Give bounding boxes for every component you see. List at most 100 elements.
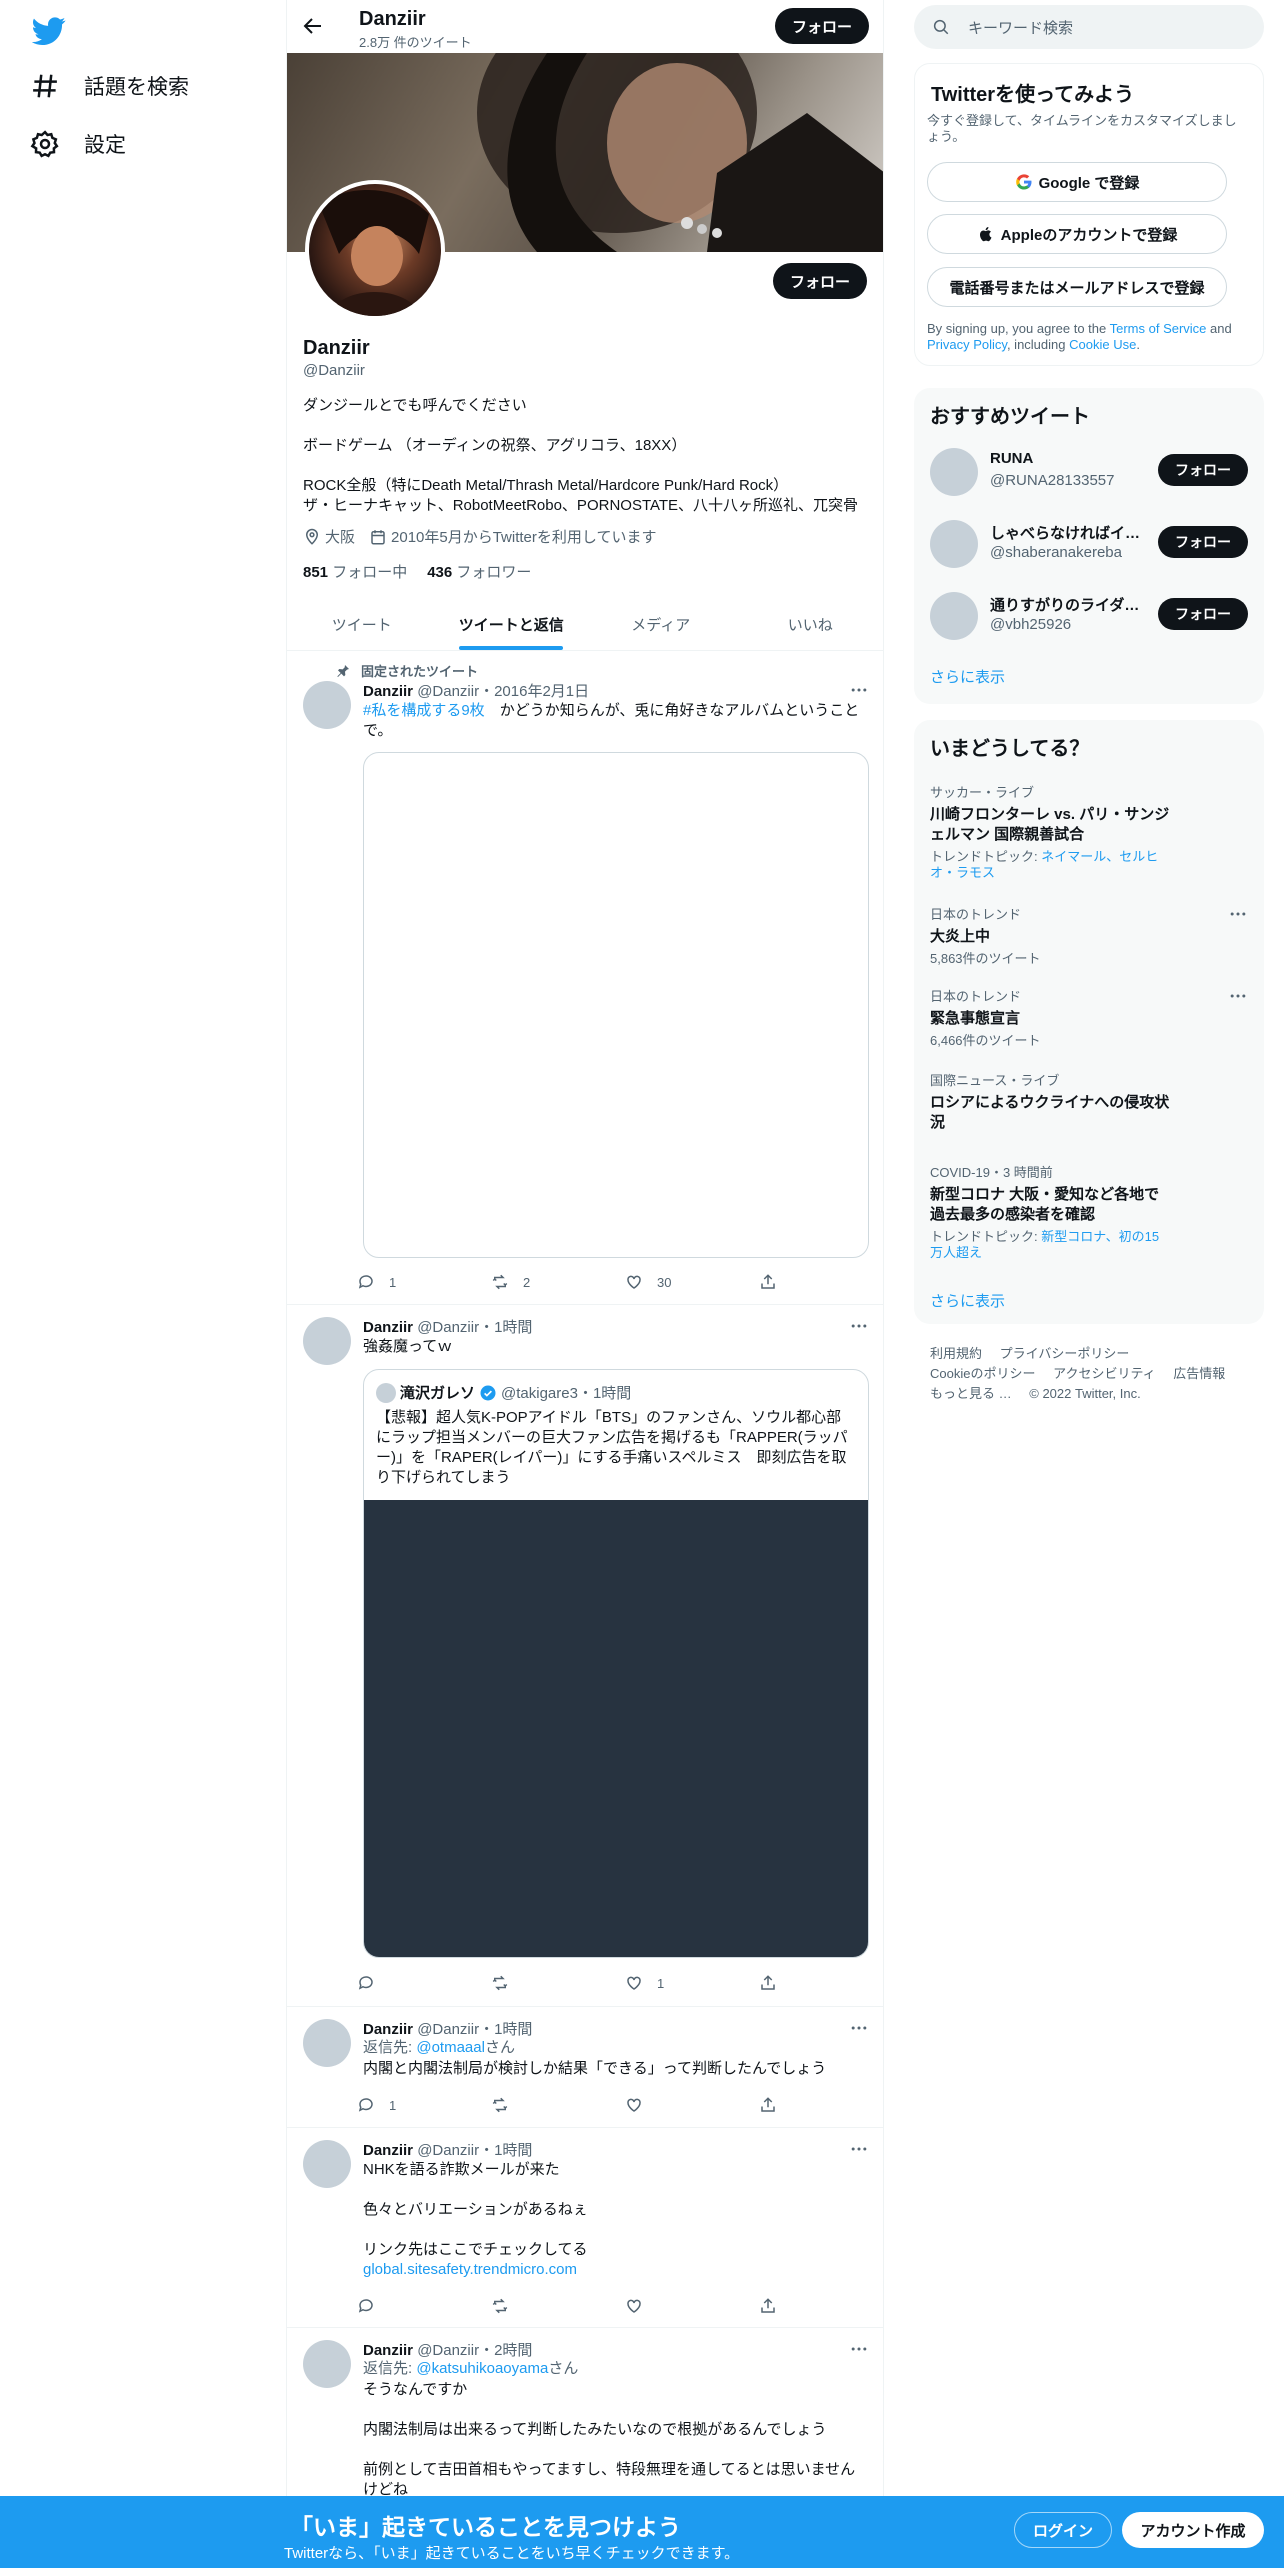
recommended-user[interactable]: しゃべらなければイ… @shaberanakereba フォロー (930, 516, 1248, 572)
share-button[interactable] (759, 2294, 791, 2318)
recommended-name[interactable]: 通りすがりのライダー… (990, 594, 1140, 615)
reply-to-link[interactable]: @katsuhikoaoyama (416, 2360, 548, 2377)
tab-media[interactable]: メディア (586, 598, 736, 650)
profile-avatar[interactable] (305, 180, 445, 320)
recommended-follow-button[interactable]: フォロー (1158, 598, 1248, 630)
retweet-button[interactable] (491, 2294, 523, 2318)
trend-item[interactable]: COVID-19・3 時間前 新型コロナ 大阪・愛知など各地で過去最多の感染者を… (930, 1162, 1248, 1261)
footer-accessibility-link[interactable]: アクセシビリティ (1053, 1366, 1156, 1381)
create-account-button[interactable]: アカウント作成 (1122, 2512, 1264, 2548)
tab-tweets-and-replies[interactable]: ツイートと返信 (437, 598, 587, 650)
share-button[interactable] (759, 2093, 791, 2117)
tweet-media[interactable] (363, 752, 869, 1258)
hashtag-icon (30, 71, 60, 101)
recommended-name[interactable]: しゃべらなければイ… (990, 522, 1140, 543)
tweet-text-line: リンク先はここでチェックしてる (363, 2241, 588, 2258)
tweet-item[interactable]: Danziir @Danziir・1時間 NHKを語る詐欺メールが来た 色々とバ… (287, 2128, 883, 2328)
tweet-link[interactable]: global.sitesafety.trendmicro.com (363, 2260, 869, 2280)
reply-button[interactable] (357, 2294, 389, 2318)
reply-button[interactable]: 1 (357, 1270, 396, 1294)
followers-label: フォロワー (456, 564, 532, 581)
recommended-user[interactable]: RUNA @RUNA28133557 フォロー (930, 444, 1248, 500)
quoted-tweet[interactable]: 滝沢ガレソ @takigare3・1時間 【悲報】超人気K-POPアイドル「BT… (363, 1369, 869, 1958)
retweet-button[interactable] (491, 1971, 523, 1995)
recommended-avatar[interactable] (930, 592, 978, 640)
footer-privacy-link[interactable]: プライバシーポリシー (1000, 1346, 1130, 1361)
recommended-show-more[interactable]: さらに表示 (930, 666, 1005, 687)
tweet-avatar[interactable] (303, 2140, 351, 2188)
tweet-avatar[interactable] (303, 681, 351, 729)
terms-including: , including (1006, 337, 1070, 352)
footer-terms-link[interactable]: 利用規約 (930, 1346, 982, 1361)
recommended-name[interactable]: RUNA (990, 450, 1140, 467)
recommended-follow-button[interactable]: フォロー (1158, 526, 1248, 558)
tweet-meta: @Danziir・2016年2月1日 (417, 683, 590, 700)
recommended-avatar[interactable] (930, 448, 978, 496)
tweet-author-name[interactable]: Danziir (363, 2342, 413, 2359)
search-box[interactable]: キーワード検索 (914, 5, 1264, 49)
more-options-icon[interactable] (1228, 904, 1248, 924)
footer-cookie-link[interactable]: Cookieのポリシー (930, 1366, 1035, 1381)
cookie-link[interactable]: Cookie Use (1069, 337, 1136, 352)
like-button[interactable] (625, 2294, 657, 2318)
tweet-header: Danziir @Danziir・2016年2月1日 (363, 680, 589, 701)
tweet-item[interactable]: Danziir @Danziir・1時間 返信先: @otmaaalさん 内閣と… (287, 2007, 883, 2128)
recommended-user[interactable]: 通りすがりのライダー… @vbh25926 フォロー (930, 588, 1248, 644)
retweet-button[interactable] (491, 2093, 523, 2117)
footer-more-link[interactable]: もっと見る … (930, 1386, 1012, 1401)
following-link[interactable]: 851 フォロー中 (303, 561, 407, 582)
tweet-author-name[interactable]: Danziir (363, 2021, 413, 2038)
privacy-link[interactable]: Privacy Policy (927, 337, 1007, 352)
profile-follow-button[interactable]: フォロー (773, 263, 867, 299)
more-options-icon[interactable] (849, 2139, 869, 2159)
share-button[interactable] (759, 1971, 791, 1995)
like-button[interactable] (625, 2093, 657, 2117)
reply-button[interactable] (357, 1971, 389, 1995)
following-count: 851 (303, 564, 329, 581)
tweet-avatar[interactable] (303, 2019, 351, 2067)
apple-signup-button[interactable]: Appleのアカウントで登録 (927, 214, 1227, 254)
tweet-item[interactable]: 固定されたツイート Danziir @Danziir・2016年2月1日 #私を… (287, 651, 883, 1305)
more-options-icon[interactable] (849, 1316, 869, 1336)
bottom-signup-bar: 「いま」起きていることを見つけよう Twitterなら、「いま」起きていることを… (0, 2496, 1284, 2568)
hashtag-link[interactable]: #私を構成する9枚 (363, 702, 485, 719)
followers-link[interactable]: 436 フォロワー (427, 561, 531, 582)
tab-likes[interactable]: いいね (736, 598, 884, 650)
recommended-follow-button[interactable]: フォロー (1158, 454, 1248, 486)
more-options-icon[interactable] (849, 2018, 869, 2038)
tweet-avatar[interactable] (303, 2340, 351, 2388)
nav-explore[interactable]: 話題を検索 (30, 58, 189, 114)
phone-email-signup-button[interactable]: 電話番号またはメールアドレスで登録 (927, 267, 1227, 307)
tweet-item[interactable]: Danziir @Danziir・1時間 強姦魔ってｗ 滝沢ガレソ @takig… (287, 1305, 883, 2007)
share-button[interactable] (759, 1270, 791, 1294)
like-button[interactable]: 30 (625, 1270, 671, 1294)
login-button[interactable]: ログイン (1014, 2512, 1112, 2548)
back-arrow-icon[interactable] (301, 14, 325, 38)
terms-link[interactable]: Terms of Service (1110, 321, 1207, 336)
like-button[interactable]: 1 (625, 1971, 664, 1995)
more-options-icon[interactable] (849, 2339, 869, 2359)
tweet-author-name[interactable]: Danziir (363, 1319, 413, 1336)
google-signup-button[interactable]: Google で登録 (927, 162, 1227, 202)
header-follow-button[interactable]: フォロー (775, 8, 869, 44)
retweet-button[interactable]: 2 (491, 1270, 530, 1294)
recommended-avatar[interactable] (930, 520, 978, 568)
trend-item[interactable]: 日本のトレンド 緊急事態宣言 6,466件のツイート (930, 986, 1248, 1049)
tweet-author-name[interactable]: Danziir (363, 683, 413, 700)
quoted-media[interactable] (364, 1500, 868, 1957)
trend-item[interactable]: 日本のトレンド 大炎上中 5,863件のツイート (930, 904, 1248, 967)
trends-show-more[interactable]: さらに表示 (930, 1290, 1005, 1311)
tab-tweets[interactable]: ツイート (287, 598, 437, 650)
reply-button[interactable]: 1 (357, 2093, 396, 2117)
trend-item[interactable]: サッカー・ライブ 川崎フロンターレ vs. パリ・サンジェルマン 国際親善試合 … (930, 782, 1248, 881)
tweet-author-name[interactable]: Danziir (363, 2142, 413, 2159)
more-options-icon[interactable] (1228, 986, 1248, 1006)
reply-to-link[interactable]: @otmaaal (416, 2039, 485, 2056)
twitter-logo-icon[interactable] (32, 14, 66, 48)
search-input[interactable]: キーワード検索 (968, 17, 1073, 38)
more-options-icon[interactable] (849, 680, 869, 700)
trend-item[interactable]: 国際ニュース・ライブ ロシアによるウクライナへの侵攻状況 (930, 1070, 1248, 1133)
tweet-avatar[interactable] (303, 1317, 351, 1365)
nav-settings[interactable]: 設定 (30, 116, 126, 172)
footer-ads-link[interactable]: 広告情報 (1173, 1366, 1225, 1381)
